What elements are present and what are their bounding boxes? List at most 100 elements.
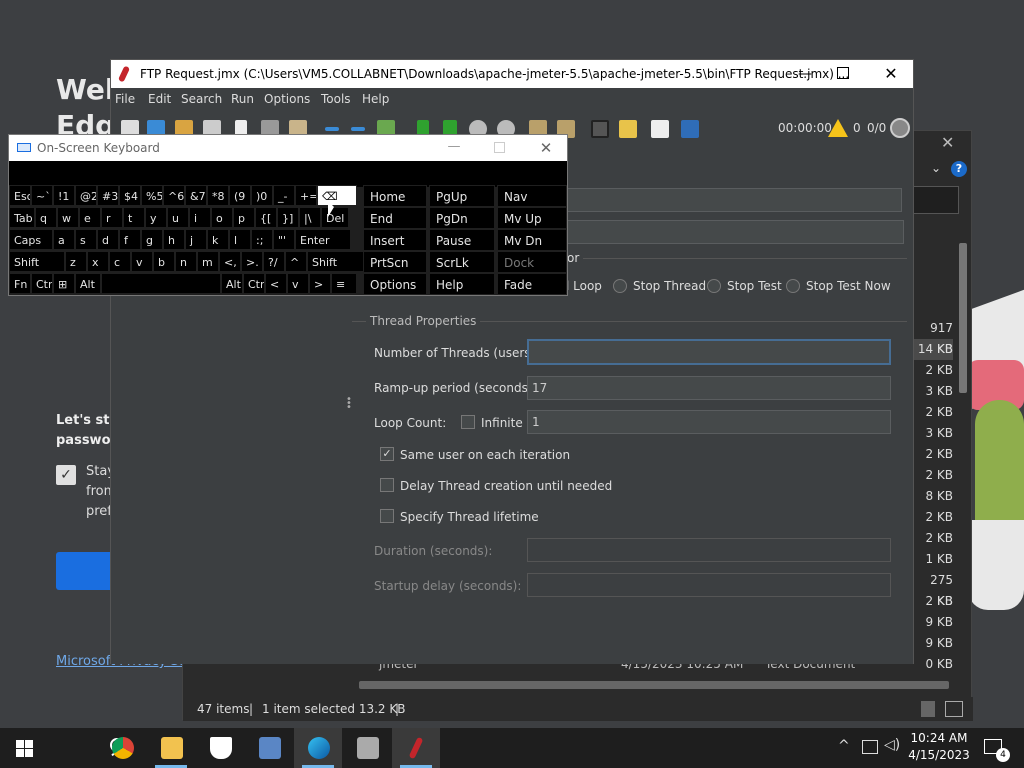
help-icon[interactable] [681, 120, 699, 138]
osk-key[interactable]: #3 [97, 185, 119, 206]
taskbar-app-window[interactable] [245, 728, 293, 768]
osk-key[interactable]: f [119, 229, 141, 250]
reset-search-icon[interactable] [619, 120, 637, 138]
osk-key[interactable]: k [207, 229, 229, 250]
osk-nav-key[interactable]: PrtScn [363, 251, 427, 273]
details-view-icon[interactable] [921, 701, 935, 717]
osk-key[interactable]: |\ [299, 207, 321, 228]
osk-key[interactable]: r [101, 207, 123, 228]
osk-nav-key[interactable]: PgDn [429, 207, 495, 229]
explorer-search-input[interactable] [913, 186, 959, 214]
osk-key[interactable]: ^6 [163, 185, 185, 206]
minimize-button[interactable]: — [793, 60, 817, 88]
osk-key[interactable]: Ctrl [243, 273, 265, 294]
osk-minimize-button[interactable]: — [446, 135, 462, 159]
menu-tools[interactable]: Tools [321, 92, 351, 106]
osk-key[interactable]: Alt [75, 273, 101, 294]
osk-nav-key[interactable]: Fade [497, 273, 567, 295]
osk-key[interactable]: o [211, 207, 233, 228]
size-cell[interactable]: 2 KB [911, 360, 953, 381]
clock-time[interactable]: 10:24 AM [906, 731, 972, 745]
taskbar-security[interactable] [196, 728, 244, 768]
size-cell[interactable]: 3 KB [911, 381, 953, 402]
start-button[interactable] [0, 728, 48, 768]
osk-key[interactable]: (9 [229, 185, 251, 206]
osk-key[interactable]: p [233, 207, 255, 228]
osk-key[interactable]: s [75, 229, 97, 250]
menu-file[interactable]: File [115, 92, 135, 106]
osk-key[interactable]: e [79, 207, 101, 228]
osk-nav-key[interactable]: Mv Dn [497, 229, 567, 251]
osk-key[interactable]: v [131, 251, 153, 272]
taskbar-chrome[interactable] [98, 728, 146, 768]
explorer-close-icon[interactable]: ✕ [941, 133, 954, 152]
osk-key[interactable]: Ctrl [31, 273, 53, 294]
size-cell[interactable]: 2 KB [911, 528, 953, 549]
taskbar-jmeter[interactable] [392, 728, 440, 768]
size-cell[interactable]: 9 KB [911, 612, 953, 633]
edge-primary-button[interactable] [56, 552, 116, 590]
osk-nav-key[interactable]: Help [429, 273, 495, 295]
osk-key[interactable]: "' [273, 229, 295, 250]
vertical-scroll-thumb[interactable] [959, 243, 967, 393]
osk-key[interactable]: v [287, 273, 309, 294]
taskbar-edge[interactable] [294, 728, 342, 768]
osk-key[interactable]: += [295, 185, 317, 206]
osk-key[interactable]: a [53, 229, 75, 250]
osk-key[interactable]: Fn [9, 273, 31, 294]
size-cell[interactable]: 1 KB [911, 549, 953, 570]
osk-key[interactable]: :; [251, 229, 273, 250]
edge-stay-checkbox[interactable]: ✓ [56, 465, 76, 485]
size-cell[interactable]: 275 KB [911, 570, 953, 608]
menu-edit[interactable]: Edit [148, 92, 171, 106]
chevron-down-icon[interactable]: ⌄ [931, 161, 941, 175]
num-threads-input[interactable] [527, 339, 891, 365]
osk-key[interactable]: %5 [141, 185, 163, 206]
osk-key[interactable]: _- [273, 185, 295, 206]
menu-options[interactable]: Options [264, 92, 310, 106]
osk-close-button[interactable]: ✕ [536, 135, 556, 161]
volume-icon[interactable]: ◁) [884, 737, 900, 753]
menu-help[interactable]: Help [362, 92, 389, 106]
same-user-checkbox[interactable]: ✓ [380, 447, 394, 461]
osk-key[interactable]: ~` [31, 185, 53, 206]
osk-key[interactable]: u [167, 207, 189, 228]
osk-key[interactable]: Del [321, 207, 349, 228]
help-icon[interactable]: ? [951, 161, 967, 177]
osk-nav-key[interactable]: Mv Up [497, 207, 567, 229]
osk-key[interactable]: x [87, 251, 109, 272]
osk-key[interactable]: )0 [251, 185, 273, 206]
osk-key[interactable]: c [109, 251, 131, 272]
osk-key[interactable]: *8 [207, 185, 229, 206]
menu-run[interactable]: Run [231, 92, 254, 106]
osk-key[interactable]: ?/ [263, 251, 285, 272]
osk-key[interactable]: Shift [9, 251, 65, 272]
osk-key[interactable]: Caps [9, 229, 53, 250]
osk-key[interactable]: Alt [221, 273, 243, 294]
osk-key[interactable]: {[ [255, 207, 277, 228]
osk-key[interactable]: Tab [9, 207, 35, 228]
tiles-view-icon[interactable] [945, 701, 963, 717]
binoculars-icon[interactable] [591, 120, 609, 138]
size-cell[interactable]: 917 KB [911, 318, 953, 356]
search-button[interactable] [48, 728, 124, 768]
osk-key[interactable]: i [189, 207, 211, 228]
osk-key[interactable]: m [197, 251, 219, 272]
osk-key[interactable]: < [265, 273, 287, 294]
function-helper-icon[interactable] [651, 120, 669, 138]
osk-nav-key[interactable]: ScrLk [429, 251, 495, 273]
taskbar-file-explorer[interactable] [147, 728, 195, 768]
osk-key[interactable]: l [229, 229, 251, 250]
close-button[interactable]: ✕ [879, 60, 903, 88]
osk-nav-key[interactable]: Options [363, 273, 427, 295]
osk-nav-key[interactable]: PgUp [429, 185, 495, 207]
osk-nav-key[interactable]: Pause [429, 229, 495, 251]
horizontal-scroll-thumb[interactable] [359, 681, 949, 689]
osk-nav-key[interactable]: Nav [497, 185, 567, 207]
radio-stop-test-now[interactable] [786, 279, 800, 293]
osk-key[interactable]: ⊞ [53, 273, 75, 294]
osk-key[interactable]: w [57, 207, 79, 228]
radio-stop-test[interactable] [707, 279, 721, 293]
osk-key[interactable]: Enter [295, 229, 351, 250]
taskbar-app[interactable] [343, 728, 391, 768]
